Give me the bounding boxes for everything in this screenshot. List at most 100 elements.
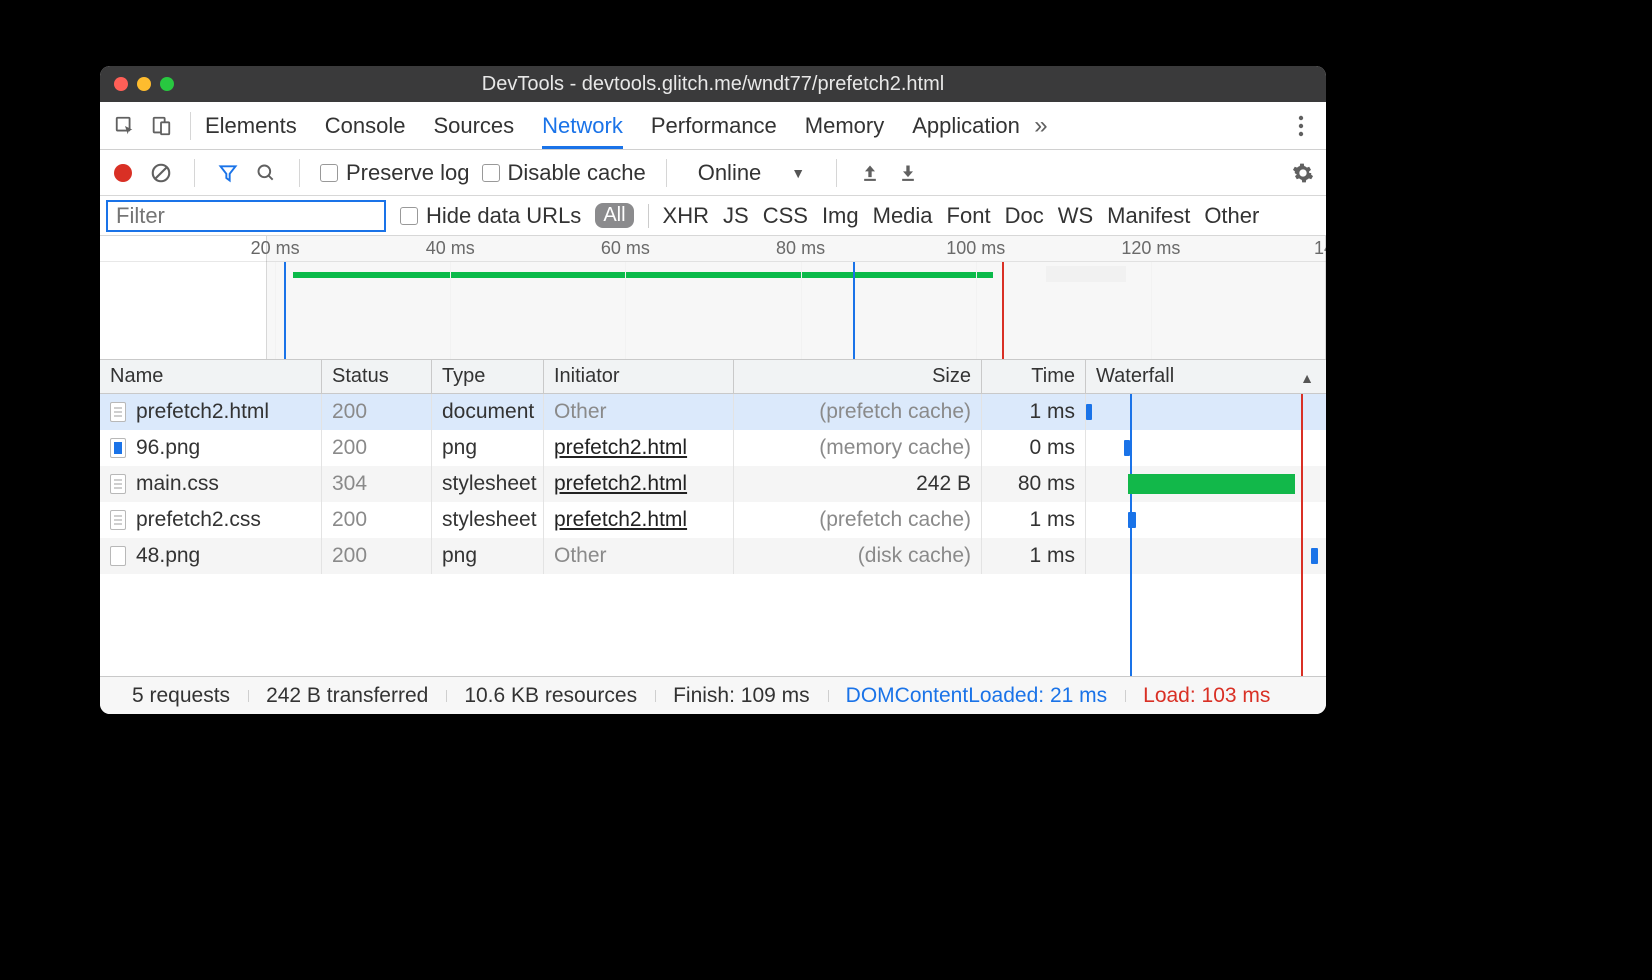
divider	[190, 112, 191, 140]
request-time: 1 ms	[982, 394, 1086, 430]
requests-table-header: Name Status Type Initiator Size Time Wat…	[100, 360, 1326, 394]
filter-type-font[interactable]: Font	[947, 203, 991, 229]
image-file-icon	[110, 438, 126, 458]
clear-button[interactable]	[148, 162, 174, 184]
request-status: 200	[322, 502, 432, 538]
resource-type-filters: All XHR JS CSS Img Media Font Doc WS Manifest Othe…	[595, 203, 1259, 229]
col-waterfall[interactable]: Waterfall ▲	[1086, 360, 1326, 393]
waterfall-bar	[1128, 512, 1136, 528]
zoom-window-button[interactable]	[160, 77, 174, 91]
tab-performance[interactable]: Performance	[651, 102, 777, 149]
tab-sources[interactable]: Sources	[433, 102, 514, 149]
request-initiator: Other	[554, 400, 607, 424]
request-type: png	[432, 538, 544, 574]
document-file-icon	[110, 510, 126, 530]
request-row[interactable]: prefetch2.html200documentOther(prefetch …	[100, 394, 1326, 430]
throttling-selected: Online	[698, 160, 762, 186]
filter-type-ws[interactable]: WS	[1058, 203, 1093, 229]
divider	[836, 159, 837, 187]
request-name: prefetch2.html	[136, 400, 269, 424]
minimize-window-button[interactable]	[137, 77, 151, 91]
request-name: 48.png	[136, 544, 200, 568]
tab-memory[interactable]: Memory	[805, 102, 884, 149]
traffic-lights	[100, 77, 174, 91]
throttling-select[interactable]: Online ▼	[687, 157, 816, 189]
document-file-icon	[110, 474, 126, 494]
status-transferred: 242 B transferred	[248, 684, 446, 708]
request-waterfall	[1086, 538, 1326, 574]
waterfall-bar	[1124, 440, 1130, 456]
request-initiator: Other	[554, 544, 607, 568]
request-size: (prefetch cache)	[734, 502, 982, 538]
request-initiator[interactable]: prefetch2.html	[554, 508, 687, 532]
overview-timeline[interactable]: 20 ms40 ms60 ms80 ms100 ms120 ms14	[100, 236, 1326, 360]
network-toolbar: Preserve log Disable cache Online ▼	[100, 150, 1326, 196]
hide-data-urls-checkbox[interactable]: Hide data URLs	[400, 203, 581, 229]
request-row[interactable]: 96.png200pngprefetch2.html(memory cache)…	[100, 430, 1326, 466]
more-panels-button[interactable]: »	[1026, 111, 1056, 141]
device-toolbar-icon[interactable]	[146, 111, 176, 141]
col-type[interactable]: Type	[432, 360, 544, 393]
col-size[interactable]: Size	[734, 360, 982, 393]
divider	[299, 159, 300, 187]
record-button[interactable]	[110, 164, 136, 182]
tab-elements[interactable]: Elements	[205, 102, 297, 149]
filter-type-all[interactable]: All	[595, 203, 633, 228]
panel-tabs-row: Elements Console Sources Network Performance…	[100, 102, 1326, 150]
chevron-down-icon: ▼	[791, 165, 805, 181]
download-har-icon[interactable]	[895, 163, 921, 183]
filter-type-manifest[interactable]: Manifest	[1107, 203, 1190, 229]
request-size: (prefetch cache)	[734, 394, 982, 430]
status-finish: Finish: 109 ms	[655, 684, 828, 708]
filter-type-css[interactable]: CSS	[763, 203, 808, 229]
requests-table-body: prefetch2.html200documentOther(prefetch …	[100, 394, 1326, 676]
filter-type-xhr[interactable]: XHR	[663, 203, 709, 229]
preserve-log-checkbox[interactable]: Preserve log	[320, 160, 470, 186]
tab-console[interactable]: Console	[325, 102, 406, 149]
tab-application[interactable]: Application	[912, 102, 1020, 149]
request-row[interactable]: main.css304stylesheetprefetch2.html242 B…	[100, 466, 1326, 502]
upload-har-icon[interactable]	[857, 163, 883, 183]
overview-screenshot-strip	[1046, 266, 1126, 282]
search-button[interactable]	[253, 163, 279, 183]
request-initiator[interactable]: prefetch2.html	[554, 436, 687, 460]
col-initiator[interactable]: Initiator	[544, 360, 734, 393]
request-initiator[interactable]: prefetch2.html	[554, 472, 687, 496]
filter-toggle-icon[interactable]	[215, 163, 241, 183]
filter-type-doc[interactable]: Doc	[1005, 203, 1044, 229]
col-name[interactable]: Name	[100, 360, 322, 393]
filter-bar: Hide data URLs All XHR JS CSS Img Media Font Do…	[100, 196, 1326, 236]
request-size: 242 B	[734, 466, 982, 502]
generic-file-icon	[110, 546, 126, 566]
kebab-menu-icon[interactable]	[1286, 111, 1316, 141]
request-row[interactable]: prefetch2.css200stylesheetprefetch2.html…	[100, 502, 1326, 538]
divider	[666, 159, 667, 187]
close-window-button[interactable]	[114, 77, 128, 91]
filter-type-other[interactable]: Other	[1204, 203, 1259, 229]
overview-start-marker	[284, 262, 286, 359]
col-status[interactable]: Status	[322, 360, 432, 393]
filter-input[interactable]	[106, 200, 386, 232]
request-time: 80 ms	[982, 466, 1086, 502]
status-bar: 5 requests 242 B transferred 10.6 KB res…	[100, 676, 1326, 714]
request-row[interactable]: 48.png200pngOther(disk cache)1 ms	[100, 538, 1326, 574]
overview-selection-frame[interactable]	[266, 236, 1326, 359]
request-size: (disk cache)	[734, 538, 982, 574]
request-waterfall	[1086, 394, 1326, 430]
status-load: Load: 103 ms	[1125, 684, 1288, 708]
disable-cache-checkbox[interactable]: Disable cache	[482, 160, 646, 186]
status-dcl: DOMContentLoaded: 21 ms	[828, 684, 1125, 708]
inspect-element-icon[interactable]	[110, 111, 140, 141]
request-size: (memory cache)	[734, 430, 982, 466]
waterfall-bar	[1086, 404, 1092, 420]
preserve-log-label: Preserve log	[346, 160, 470, 186]
settings-icon[interactable]	[1290, 162, 1316, 184]
col-time[interactable]: Time	[982, 360, 1086, 393]
hide-data-urls-label: Hide data URLs	[426, 203, 581, 229]
filter-type-img[interactable]: Img	[822, 203, 859, 229]
request-status: 200	[322, 394, 432, 430]
filter-type-media[interactable]: Media	[873, 203, 933, 229]
tab-network[interactable]: Network	[542, 102, 623, 149]
request-type: png	[432, 430, 544, 466]
filter-type-js[interactable]: JS	[723, 203, 749, 229]
